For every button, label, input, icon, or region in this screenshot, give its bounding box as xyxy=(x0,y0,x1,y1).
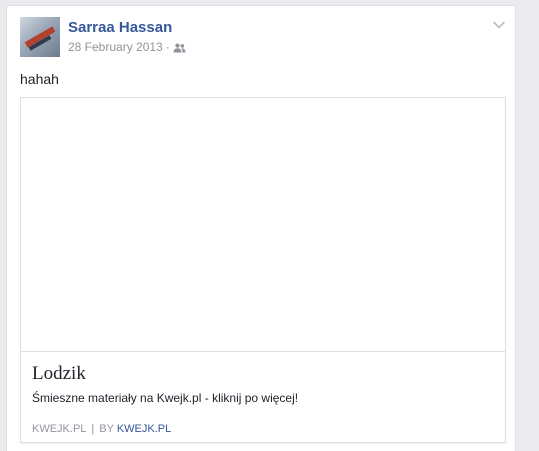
chevron-down-icon[interactable] xyxy=(492,17,506,29)
post-date-link[interactable]: 28 February 2013 xyxy=(68,40,163,54)
friends-icon[interactable] xyxy=(173,42,186,53)
source-separator: | xyxy=(91,423,95,435)
link-description: Śmieszne materiały na Kwejk.pl - kliknij… xyxy=(32,391,299,405)
link-source: KWEJK.PL | BY KWEJK.PL xyxy=(32,423,171,435)
avatar[interactable] xyxy=(20,17,60,57)
link-title[interactable]: Lodzik xyxy=(32,363,86,385)
post-card: Sarraa Hassan 28 February 2013 · hahah L… xyxy=(6,5,516,451)
link-preview-card[interactable]: Lodzik Śmieszne materiały na Kwejk.pl - … xyxy=(20,97,506,443)
post-meta: 28 February 2013 · xyxy=(68,40,186,54)
link-domain: KWEJK.PL xyxy=(32,423,87,435)
meta-separator: · xyxy=(165,40,170,54)
by-label: BY xyxy=(99,423,114,435)
post-text: hahah xyxy=(20,71,59,87)
author-name-link[interactable]: Sarraa Hassan xyxy=(68,19,172,36)
publisher-link[interactable]: KWEJK.PL xyxy=(117,423,171,435)
link-preview-image[interactable] xyxy=(21,98,505,352)
